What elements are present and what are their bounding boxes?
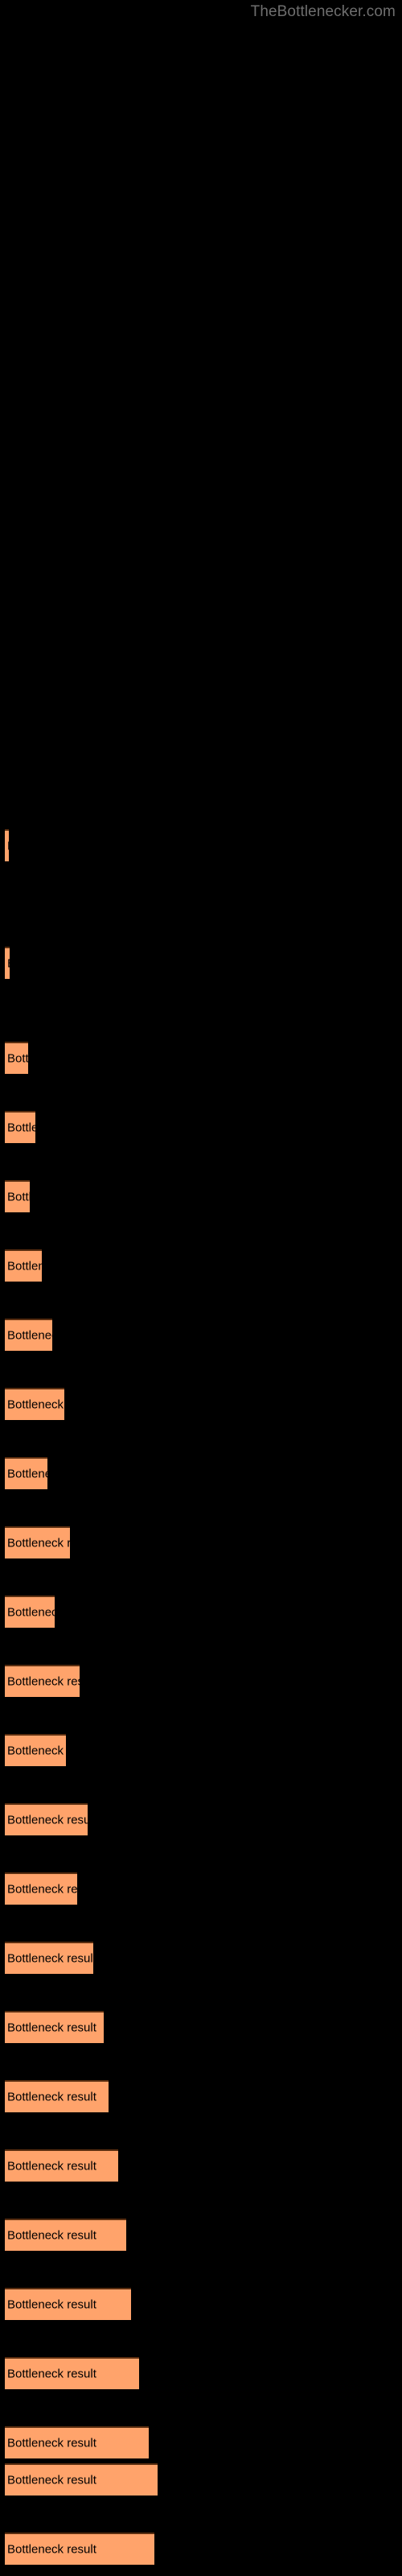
chart-root: TheBottlenecker.com Bottleneck resultBot… [0, 0, 402, 2576]
bar[interactable]: Bottleneck result [5, 2357, 139, 2389]
bar[interactable]: Bottleneck result [5, 1319, 52, 1351]
bar[interactable]: Bottleneck result [5, 1596, 55, 1628]
bar[interactable]: Bottleneck result [5, 1180, 30, 1212]
bar[interactable]: Bottleneck result [5, 2288, 131, 2320]
bar[interactable]: Bottleneck result [5, 1734, 66, 1766]
bar-label: Bottleneck result [7, 957, 10, 971]
bar[interactable]: Bottleneck result [5, 1665, 80, 1697]
bar-label: Bottleneck result [7, 1259, 42, 1274]
bar[interactable]: Bottleneck result [5, 2463, 158, 2496]
bar-label: Bottleneck result [7, 1467, 47, 1481]
bar-label: Bottleneck result [7, 1121, 35, 1135]
bar[interactable]: Bottleneck result [5, 1111, 35, 1143]
bar-label: Bottleneck result [7, 1397, 64, 1412]
bar-label: Bottleneck result [7, 1536, 70, 1550]
bar-label: Bottleneck result [7, 2021, 96, 2035]
bar[interactable]: Bottleneck result [5, 1388, 64, 1420]
bar[interactable]: Bottleneck result [5, 829, 9, 861]
bar-label: Bottleneck result [7, 1951, 93, 1966]
bar-label: Bottleneck result [7, 2228, 96, 2243]
bar[interactable]: Bottleneck result [5, 2011, 104, 2043]
bar[interactable]: Bottleneck result [5, 1872, 77, 1905]
bar-label: Bottleneck result [7, 1190, 30, 1204]
bar[interactable]: Bottleneck result [5, 2533, 154, 2565]
bar-label: Bottleneck result [7, 1674, 80, 1689]
bar-label: Bottleneck result [7, 2473, 96, 2487]
bar-chart-bars-layer: Bottleneck result Bottleneck result Bottle… [0, 0, 402, 2576]
bar-label: Bottleneck result [7, 2367, 96, 2381]
bar[interactable]: Bottleneck result [5, 2426, 149, 2458]
bar-label: Bottleneck result [7, 2297, 96, 2312]
bar[interactable]: Bottleneck result [5, 2149, 118, 2182]
bar[interactable]: Bottleneck result [5, 1942, 93, 1974]
bar-label: Bottleneck result [7, 1882, 77, 1897]
bar[interactable]: Bottleneck result [5, 947, 10, 979]
bar-label: Bottleneck result [7, 1605, 55, 1620]
bar[interactable]: Bottleneck result [5, 1042, 28, 1074]
bar[interactable]: Bottleneck result [5, 1457, 47, 1489]
bar[interactable]: Bottleneck result [5, 2219, 126, 2251]
bar-label: Bottleneck result [7, 840, 9, 853]
bar-label: Bottleneck result [7, 2090, 96, 2104]
bar-label: Bottleneck result [7, 2159, 96, 2174]
bar-label: Bottleneck result [7, 1744, 66, 1758]
bar[interactable]: Bottleneck result [5, 1526, 70, 1558]
bar[interactable]: Bottleneck result [5, 1803, 88, 1835]
bar[interactable]: Bottleneck result [5, 1249, 42, 1282]
bar-label: Bottleneck result [7, 2436, 96, 2450]
bar-label: Bottleneck result [7, 1051, 28, 1066]
bar-label: Bottleneck result [7, 1813, 88, 1827]
bar[interactable]: Bottleneck result [5, 2080, 109, 2112]
bar-label: Bottleneck result [7, 1328, 52, 1343]
bar-label: Bottleneck result [7, 2542, 96, 2557]
